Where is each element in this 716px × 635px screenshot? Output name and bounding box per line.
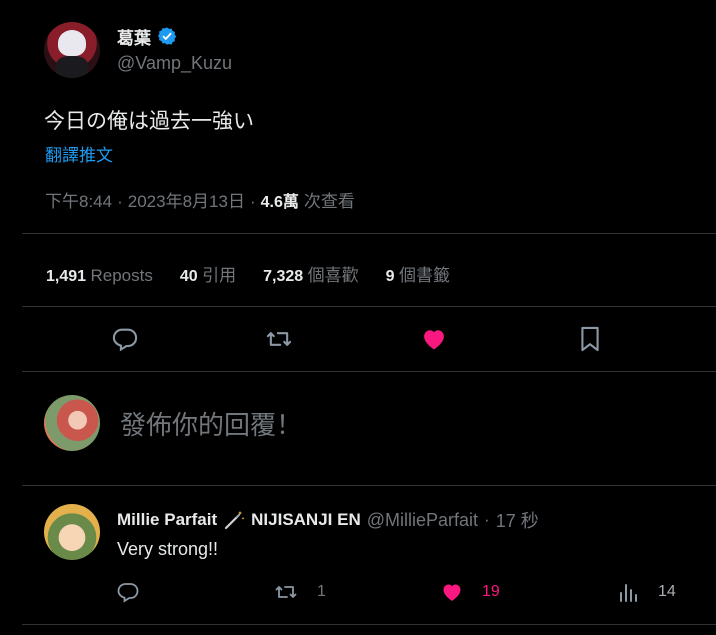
author-avatar[interactable] <box>44 22 100 78</box>
likes-label: 個喜歡 <box>307 266 359 285</box>
views-label: 次查看 <box>303 192 355 211</box>
divider <box>22 485 716 486</box>
translate-link[interactable]: 翻譯推文 <box>45 141 113 166</box>
divider <box>22 306 716 307</box>
reply-reply-button[interactable] <box>116 580 140 604</box>
repost-button[interactable] <box>265 325 293 353</box>
reply-repost-count: 1 <box>317 583 326 600</box>
heart-icon <box>424 330 444 350</box>
reply-input[interactable]: 發佈你的回覆！ <box>120 405 302 442</box>
tweet-date[interactable]: 2023年8月13日 <box>128 187 245 212</box>
reply-like-button[interactable]: 19 <box>440 580 500 604</box>
repost-icon <box>266 332 292 346</box>
reply-repost-button[interactable]: 1 <box>273 580 326 604</box>
reply-button[interactable] <box>111 325 139 353</box>
bookmarks-count: 9 <box>385 268 395 285</box>
divider <box>22 233 716 234</box>
reply-like-count: 19 <box>482 583 500 600</box>
separator: · <box>484 510 490 529</box>
quotes-stat[interactable]: 40 引用 <box>180 261 236 286</box>
bookmarks-label: 個書籤 <box>398 266 450 285</box>
like-button[interactable] <box>420 325 448 353</box>
heart-icon <box>440 580 464 604</box>
tweet-text: 今日の俺は過去一強い <box>44 110 254 133</box>
separator: · <box>117 192 123 211</box>
quotes-count: 40 <box>179 268 198 285</box>
divider <box>22 624 716 625</box>
quotes-label: 引用 <box>202 266 237 285</box>
author-handle[interactable]: @Vamp_Kuzu <box>117 53 232 74</box>
reposts-stat[interactable]: 1,491 Reposts <box>46 266 153 286</box>
reply-time[interactable]: 17 秒 <box>496 507 539 533</box>
tweet-meta: 下午8:44 · 2023年8月13日 · 4.6萬 次查看 <box>45 187 355 212</box>
reposts-label: Reposts <box>90 266 153 285</box>
reply-author-affiliation[interactable]: NIJISANJI EN <box>251 510 361 530</box>
reply-views-count: 14 <box>658 583 676 600</box>
reply-author-name[interactable]: Millie Parfait <box>117 510 217 530</box>
reply-views-button[interactable]: 14 <box>618 580 676 604</box>
user-avatar[interactable] <box>44 395 100 451</box>
reply-header: Millie Parfait NIJISANJI EN @MillieParfa… <box>117 507 539 533</box>
reposts-count: 1,491 <box>46 268 87 285</box>
stats-row: 1,491 Reposts 40 引用 7,328 個喜歡 9 個書籤 <box>46 261 450 286</box>
reply-icon <box>117 583 139 603</box>
repost-icon <box>273 580 299 604</box>
tweet-time[interactable]: 下午8:44 <box>45 187 112 212</box>
magic-wand-icon <box>223 509 245 531</box>
separator: · <box>249 192 256 211</box>
bookmark-icon <box>581 326 599 352</box>
bookmarks-stat[interactable]: 9 個書籤 <box>386 261 450 286</box>
divider <box>22 371 716 372</box>
reply-handle[interactable]: @MillieParfait <box>367 510 478 531</box>
views-count: 4.6萬 <box>260 194 299 211</box>
bookmark-button[interactable] <box>577 325 603 353</box>
reply-text: Very strong!! <box>117 539 219 559</box>
author-name[interactable]: 葛葉 <box>117 24 151 49</box>
reply-icon <box>112 328 138 352</box>
likes-stat[interactable]: 7,328 個喜歡 <box>263 261 359 286</box>
analytics-icon <box>618 580 640 604</box>
likes-count: 7,328 <box>263 268 304 285</box>
verified-badge-icon <box>157 26 177 46</box>
reply-author-avatar[interactable] <box>44 504 100 560</box>
